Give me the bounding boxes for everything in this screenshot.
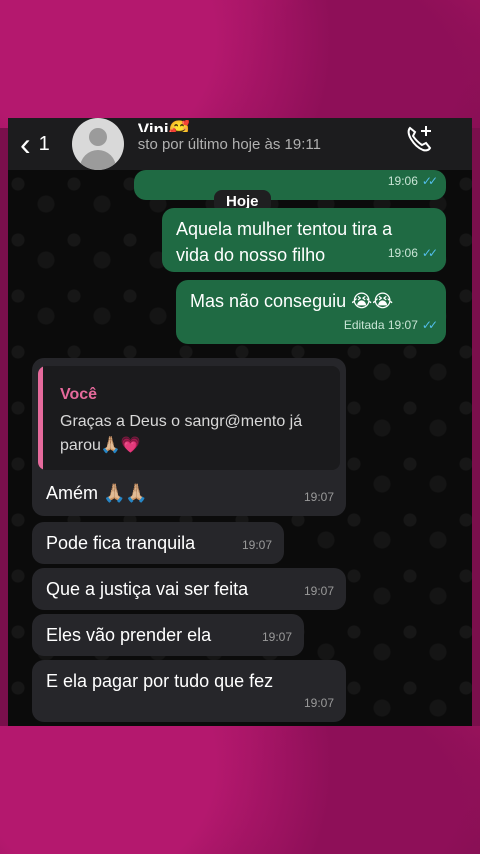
message-meta: Editada 19:07 ✓✓ — [343, 312, 438, 338]
message-bubble-incoming[interactable]: Eles vão prender ela 19:07 — [32, 614, 304, 656]
message-meta: 19:07 — [262, 624, 292, 650]
message-bubble-outgoing[interactable]: Aquela mulher tentou tira a vida do noss… — [162, 208, 446, 272]
quote-text: Graças a Deus o sangr@mento já parou🙏🏼💗 — [60, 413, 303, 454]
message-bubble-outgoing[interactable]: 19:06 ✓✓ — [134, 170, 446, 200]
message-meta: 19:07 — [304, 484, 334, 510]
decorative-frame-top — [0, 0, 480, 128]
message-bubble-incoming[interactable]: E ela pagar por tudo que fez 19:07 — [32, 660, 346, 722]
message-text: Amém 🙏🏼🙏🏼 — [46, 483, 148, 503]
chevron-left-icon: ‹ — [20, 126, 31, 162]
decorative-frame-bottom — [0, 726, 480, 854]
message-time: Editada 19:07 — [343, 318, 418, 332]
message-text: Que a justiça vai ser feita — [46, 579, 249, 599]
message-text: E ela pagar por tudo que fez — [46, 671, 274, 691]
message-time: 19:07 — [303, 696, 334, 710]
contact-name: Vini🥰 — [137, 119, 190, 132]
back-button[interactable]: ‹ 1 — [20, 128, 50, 160]
chat-screen: ‹ 1 Vini🥰 sto por último hoje às 19:11 1… — [8, 118, 472, 726]
message-bubble-incoming[interactable]: Você Graças a Deus o sangr@mento já paro… — [32, 358, 346, 516]
message-meta: 19:06 ✓✓ — [387, 240, 438, 266]
quote-accent-bar — [38, 366, 43, 470]
quoted-message[interactable]: Você Graças a Deus o sangr@mento já paro… — [38, 366, 340, 470]
quote-author: Você — [60, 386, 98, 403]
phone-add-icon[interactable] — [404, 124, 434, 154]
message-meta: 19:06 ✓✓ — [387, 168, 438, 194]
message-time: 19:06 — [387, 174, 418, 188]
read-ticks-icon: ✓✓ — [421, 318, 438, 332]
message-meta: 19:07 — [242, 532, 272, 558]
contact-info[interactable]: Vini🥰 sto por último hoje às 19:11 — [137, 120, 321, 153]
avatar[interactable] — [71, 118, 124, 170]
message-time: 19:07 — [241, 538, 272, 552]
read-ticks-icon: ✓✓ — [421, 246, 438, 260]
message-time: 19:07 — [303, 584, 334, 598]
message-meta: 19:07 — [304, 690, 334, 716]
message-bubble-outgoing[interactable]: Mas não conseguiu 😭😭 Editada 19:07 ✓✓ — [176, 280, 446, 344]
read-ticks-icon: ✓✓ — [421, 174, 438, 188]
message-time: 19:06 — [387, 246, 418, 260]
message-bubble-incoming[interactable]: Que a justiça vai ser feita 19:07 — [32, 568, 346, 610]
message-bubble-incoming[interactable]: Pode fica tranquila 19:07 — [32, 522, 284, 564]
message-meta: 19:07 — [304, 578, 334, 604]
unread-count: 1 — [38, 132, 50, 155]
message-time: 19:07 — [261, 630, 292, 644]
message-time: 19:07 — [303, 490, 334, 504]
chat-header: ‹ 1 Vini🥰 sto por último hoje às 19:11 — [8, 118, 472, 170]
last-seen-status: sto por último hoje às 19:11 — [137, 135, 321, 153]
